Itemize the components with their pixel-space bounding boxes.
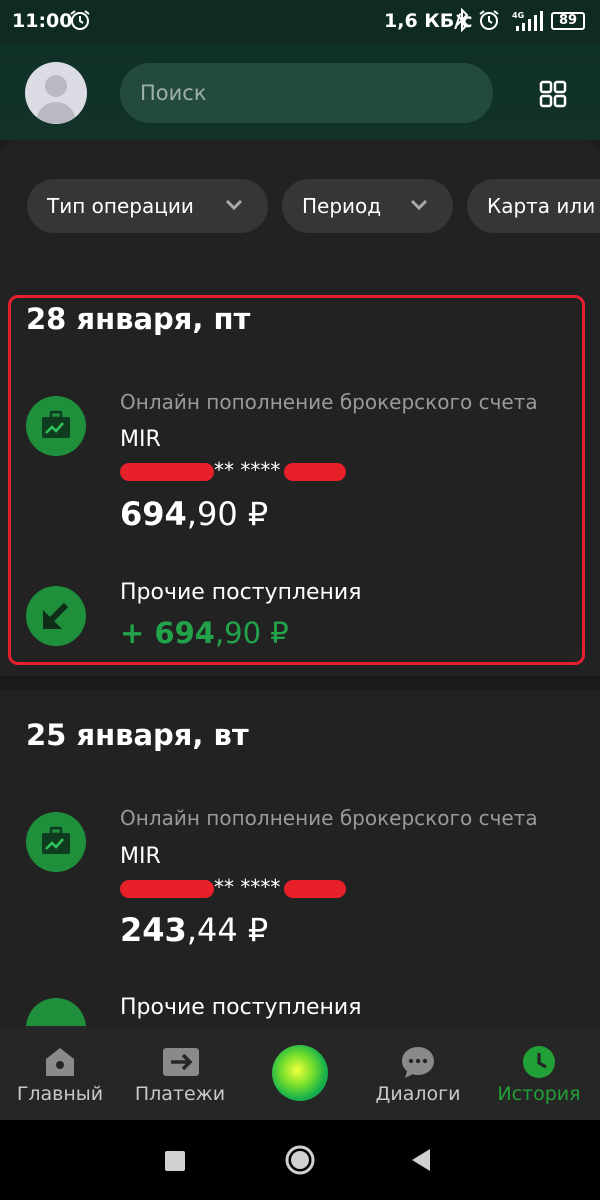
amount-integer: + 694 (120, 616, 215, 650)
signal-icon: 4G (510, 10, 544, 37)
card-name: MIR (120, 844, 161, 869)
nav-label: Диалоги (375, 1083, 461, 1105)
income-amount: + 694,90 ₽ (120, 616, 289, 650)
back-button-icon[interactable] (410, 1148, 432, 1172)
network-type: 4G (512, 11, 524, 20)
filter-card-or-account[interactable]: Карта или с (467, 179, 600, 233)
recent-apps-icon[interactable] (164, 1150, 186, 1172)
redaction-scribble (284, 879, 347, 898)
amount-fraction: ,90 ₽ (186, 495, 269, 533)
history-content[interactable]: Тип операции Период Карта или с 28 январ… (0, 140, 600, 1040)
nav-label: Главный (16, 1083, 104, 1105)
payments-icon (163, 1048, 199, 1076)
filter-label: Карта или с (487, 194, 600, 218)
alarm-icon (477, 8, 501, 37)
operation-type: Онлайн пополнение брокерского счета (120, 806, 538, 830)
operation-type: Онлайн пополнение брокерского счета (120, 390, 538, 414)
operation-title: Прочие поступления (120, 580, 362, 605)
operation-amount: 694,90 ₽ (120, 495, 268, 533)
briefcase-chart-icon (26, 396, 86, 456)
filter-label: Тип операции (47, 194, 194, 218)
history-clock-icon (523, 1046, 555, 1078)
chat-icon (402, 1047, 434, 1078)
section-divider (0, 676, 600, 690)
section-date: 25 января, вт (26, 718, 249, 752)
amount-integer: 694 (120, 495, 187, 533)
filter-label: Период (302, 194, 382, 218)
home-button-icon[interactable] (284, 1144, 316, 1176)
nav-home[interactable]: Главный (0, 1026, 120, 1120)
status-bar: 11:00 1,6 КБ/с 4G 89 (0, 0, 600, 44)
card-mask-text: ** **** (214, 875, 281, 899)
apps-grid-icon[interactable] (539, 80, 567, 112)
amount-fraction: ,90 ₽ (214, 616, 289, 650)
nav-history[interactable]: История (479, 1026, 599, 1120)
nav-payments[interactable]: Платежи (120, 1026, 240, 1120)
redaction-scribble (120, 462, 214, 481)
nav-label: История (497, 1083, 581, 1105)
redaction-scribble (284, 462, 347, 481)
home-icon (46, 1048, 74, 1076)
bluetooth-icon (454, 7, 470, 37)
nav-assistant[interactable] (240, 1026, 360, 1120)
operation-amount: 243,44 ₽ (120, 911, 268, 949)
section-date: 28 января, пт (26, 302, 251, 336)
search-input[interactable]: Поиск (120, 63, 493, 123)
filter-operation-type[interactable]: Тип операции (27, 179, 268, 233)
filter-period[interactable]: Период (282, 179, 453, 233)
card-name: MIR (120, 427, 161, 452)
system-navigation-bar (0, 1120, 600, 1200)
filter-chips: Тип операции Период Карта или с (0, 179, 600, 233)
alarm-icon (68, 8, 92, 37)
redaction-scribble (120, 879, 214, 898)
user-silhouette-icon (35, 75, 77, 124)
nav-label: Платежи (134, 1083, 226, 1105)
card-number-masked: ** **** (120, 875, 347, 899)
chevron-down-icon (225, 199, 243, 211)
status-time: 11:00 (12, 10, 73, 32)
arrow-down-left-icon (26, 586, 86, 646)
operation-title: Прочие поступления (120, 995, 362, 1020)
amount-integer: 243 (120, 911, 187, 949)
nav-dialogs[interactable]: Диалоги (358, 1026, 478, 1120)
battery-indicator: 89 (551, 12, 585, 30)
assistant-orb-icon (272, 1045, 328, 1101)
bottom-navigation: Главный Платежи Диалоги История (0, 1026, 600, 1120)
card-number-masked: ** **** (120, 458, 347, 482)
avatar[interactable] (25, 62, 87, 124)
top-header: Поиск (0, 44, 600, 140)
amount-fraction: ,44 ₽ (186, 911, 269, 949)
briefcase-chart-icon (26, 812, 86, 872)
chevron-down-icon (410, 199, 428, 211)
card-mask-text: ** **** (214, 458, 281, 482)
